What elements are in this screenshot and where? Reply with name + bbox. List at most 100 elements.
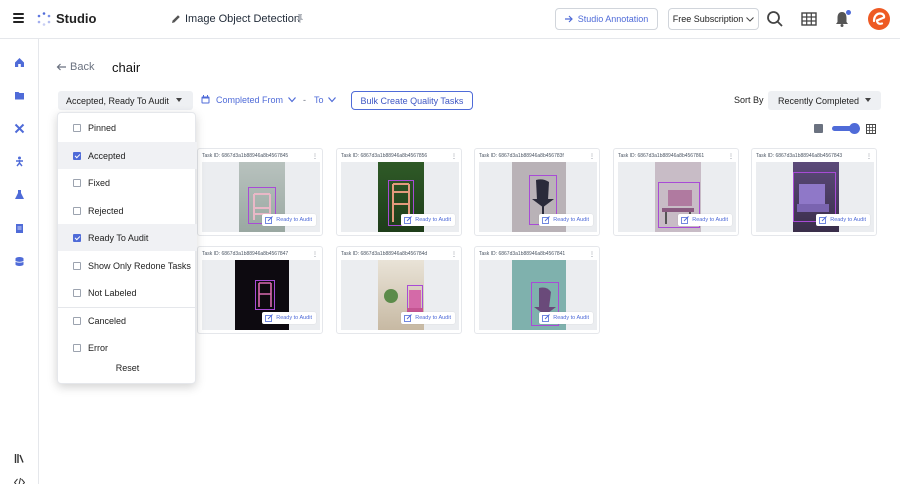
pencil-icon[interactable] <box>171 14 181 24</box>
task-status: Ready to Audit <box>830 217 866 223</box>
task-card[interactable]: Task ID: 6867d3a1b88946a8b4567841 ⋮ Read… <box>474 246 600 334</box>
status-option-fixed[interactable]: Fixed <box>58 169 197 196</box>
library-icon[interactable] <box>14 453 25 464</box>
top-bar: Studio Image Object Detection Studio Ann… <box>0 0 900 39</box>
checkbox-checked[interactable] <box>73 151 81 160</box>
checkbox[interactable] <box>73 178 81 187</box>
status-option-label: Not Labeled <box>88 287 137 298</box>
task-card[interactable]: Task ID: 6867d3a1b88946a8b456784d ⋮ Read… <box>336 246 462 334</box>
folder-icon[interactable] <box>14 90 25 101</box>
checkbox[interactable] <box>73 261 81 270</box>
task-card[interactable]: Task ID: 6867d3a1b88946a8b4567845 ⋮ Read… <box>197 148 323 236</box>
ready-to-audit-button[interactable]: Ready to Audit <box>816 214 870 226</box>
ready-to-audit-button[interactable]: Ready to Audit <box>401 214 455 226</box>
ready-to-audit-button[interactable]: Ready to Audit <box>539 312 593 324</box>
task-card[interactable]: Task ID: 6867d3a1b88946a8b456783f ⋮ Read… <box>474 148 600 236</box>
notification-badge <box>846 10 851 15</box>
calendar-icon[interactable] <box>201 95 210 104</box>
status-option-pinned[interactable]: Pinned <box>58 114 197 141</box>
apps-grid-icon[interactable] <box>800 10 818 28</box>
more-vert-icon[interactable]: ⋮ <box>451 153 457 160</box>
menu-icon[interactable] <box>13 13 24 23</box>
edit-square-icon <box>542 314 551 322</box>
checkbox-checked[interactable] <box>73 233 81 242</box>
edit-square-icon <box>404 314 413 322</box>
status-option-rejected[interactable]: Rejected <box>58 197 197 224</box>
more-vert-icon[interactable]: ⋮ <box>728 153 734 160</box>
ready-to-audit-button[interactable]: Ready to Audit <box>539 214 593 226</box>
task-card[interactable]: Task ID: 6867d3a1b88946a8b4567856 ⋮ Read… <box>336 148 462 236</box>
back-link[interactable]: Back <box>56 61 94 73</box>
grid-view-icon[interactable] <box>866 124 876 134</box>
user-avatar[interactable] <box>868 8 890 30</box>
pin-icon[interactable] <box>296 14 304 23</box>
task-status: Ready to Audit <box>276 217 312 223</box>
status-option-error[interactable]: Error <box>58 334 197 361</box>
task-card[interactable]: Task ID: 6867d3a1b88946a8b4567861 ⋮ Read… <box>613 148 739 236</box>
checkbox[interactable] <box>73 288 81 297</box>
status-option-canceled[interactable]: Canceled <box>58 307 197 334</box>
edit-square-icon <box>265 314 274 322</box>
ready-to-audit-button[interactable]: Ready to Audit <box>401 312 455 324</box>
code-icon[interactable] <box>14 477 25 484</box>
task-card[interactable]: Task ID: 6867d3a1b88946a8b4567843 ⋮ Read… <box>751 148 877 236</box>
more-vert-icon[interactable]: ⋮ <box>589 251 595 258</box>
more-vert-icon[interactable]: ⋮ <box>866 153 872 160</box>
subscription-button[interactable]: Free Subscription <box>668 8 759 30</box>
edit-square-icon <box>681 216 690 224</box>
more-vert-icon[interactable]: ⋮ <box>312 153 318 160</box>
edit-square-icon <box>404 216 413 224</box>
chevron-down-icon <box>746 16 755 22</box>
task-status: Ready to Audit <box>692 217 728 223</box>
sort-select[interactable]: Recently Completed <box>768 91 881 110</box>
flask-icon[interactable] <box>14 189 25 200</box>
completed-to-picker[interactable]: To <box>314 95 324 105</box>
workforce-icon[interactable] <box>14 156 25 167</box>
task-id: Task ID: 6867d3a1b88946a8b4567861 <box>618 153 705 159</box>
checkbox[interactable] <box>73 123 81 132</box>
document-icon[interactable] <box>14 223 25 234</box>
page-title: chair <box>112 60 141 75</box>
checkbox[interactable] <box>73 316 81 325</box>
chevron-down-icon[interactable] <box>288 97 296 103</box>
home-icon[interactable] <box>14 57 25 68</box>
database-icon[interactable] <box>14 256 25 267</box>
status-option-label: Ready To Audit <box>88 232 149 243</box>
more-vert-icon[interactable]: ⋮ <box>312 251 318 258</box>
chevron-down-icon[interactable] <box>328 97 336 103</box>
status-option-accepted[interactable]: Accepted <box>58 142 197 169</box>
status-option-ready-to-audit[interactable]: Ready To Audit <box>58 224 197 251</box>
more-vert-icon[interactable]: ⋮ <box>451 251 457 258</box>
studio-annotation-label: Studio Annotation <box>577 14 649 24</box>
edit-square-icon <box>265 216 274 224</box>
status-option-label: Rejected <box>88 205 124 216</box>
single-view-icon[interactable] <box>814 124 823 133</box>
status-option-label: Error <box>88 342 108 353</box>
ready-to-audit-button[interactable]: Ready to Audit <box>262 312 316 324</box>
tools-icon[interactable] <box>14 123 25 134</box>
caret-down-icon <box>865 98 871 102</box>
bulk-create-quality-tasks-button[interactable]: Bulk Create Quality Tasks <box>351 91 473 110</box>
reset-button[interactable]: Reset <box>58 363 197 373</box>
checkbox[interactable] <box>73 343 81 352</box>
search-icon[interactable] <box>766 10 784 28</box>
task-card[interactable]: Task ID: 6867d3a1b88946a8b4567847 ⋮ Read… <box>197 246 323 334</box>
more-vert-icon[interactable]: ⋮ <box>589 153 595 160</box>
brand-name: Studio <box>56 11 97 26</box>
status-filter-select[interactable]: Accepted, Ready To Audit <box>58 91 193 110</box>
task-id: Task ID: 6867d3a1b88946a8b4567843 <box>756 153 843 159</box>
status-filter-value: Accepted, Ready To Audit <box>66 95 169 106</box>
status-option-show-only-redone[interactable]: Show Only Redone Tasks <box>58 252 197 279</box>
status-option-not-labeled[interactable]: Not Labeled <box>58 279 197 306</box>
ready-to-audit-button[interactable]: Ready to Audit <box>678 214 732 226</box>
studio-annotation-button[interactable]: Studio Annotation <box>555 8 658 30</box>
status-option-label: Canceled <box>88 315 127 326</box>
completed-from-picker[interactable]: Completed From <box>216 95 283 105</box>
checkbox[interactable] <box>73 206 81 215</box>
view-toggle[interactable] <box>832 123 860 134</box>
ready-to-audit-button[interactable]: Ready to Audit <box>262 214 316 226</box>
status-option-label: Fixed <box>88 177 111 188</box>
sort-by-label: Sort By <box>734 95 764 105</box>
project-title: Image Object Detection <box>185 13 300 25</box>
task-status: Ready to Audit <box>415 217 451 223</box>
